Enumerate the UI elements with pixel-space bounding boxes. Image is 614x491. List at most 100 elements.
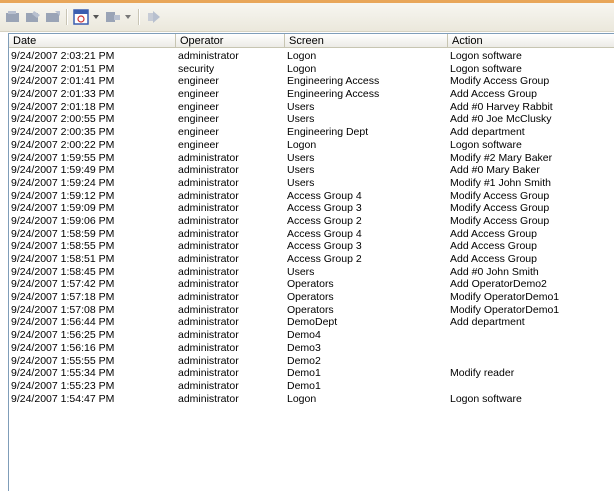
cell-operator: administrator xyxy=(178,354,239,367)
cell-date: 9/24/2007 1:56:44 PM xyxy=(11,316,115,329)
table-row[interactable]: 9/24/2007 2:00:35 PM engineer Engineering … xyxy=(9,126,614,139)
cell-screen: Logon xyxy=(287,392,317,405)
table-row[interactable]: 9/24/2007 1:57:08 PM administrator Operato… xyxy=(9,304,614,317)
cell-date: 9/24/2007 1:59:55 PM xyxy=(11,151,115,164)
cell-screen: Demo1 xyxy=(287,367,321,380)
table-row[interactable]: 9/24/2007 1:58:45 PM administrator Users Ad… xyxy=(9,266,614,279)
table-row[interactable]: 9/24/2007 1:59:49 PM administrator Users Ad… xyxy=(9,164,614,177)
cell-operator: engineer xyxy=(178,138,219,151)
column-header-date[interactable]: Date xyxy=(9,34,176,48)
cell-action: Modify OperatorDemo1 xyxy=(450,303,560,316)
cell-action: Modify Access Group xyxy=(450,75,550,88)
table-row[interactable]: 9/24/2007 1:56:25 PM administrator Demo4 xyxy=(9,329,614,342)
table-row[interactable]: 9/24/2007 1:54:47 PM administrator Logon Lo… xyxy=(9,393,614,406)
refresh-icon[interactable] xyxy=(144,8,162,26)
cell-operator: administrator xyxy=(178,265,239,278)
cell-operator: administrator xyxy=(178,50,239,62)
cell-screen: Operators xyxy=(287,303,334,316)
edit-icon[interactable] xyxy=(24,8,42,26)
cell-operator: administrator xyxy=(178,227,239,240)
table-row[interactable]: 9/24/2007 1:58:51 PM administrator Access … xyxy=(9,253,614,266)
table-row[interactable]: 9/24/2007 1:59:09 PM administrator Access … xyxy=(9,202,614,215)
export-dropdown-arrow-icon[interactable] xyxy=(124,8,132,26)
table-row[interactable]: 9/24/2007 1:55:23 PM administrator Demo1 xyxy=(9,380,614,393)
table-row[interactable]: 9/24/2007 1:55:55 PM administrator Demo2 xyxy=(9,355,614,368)
column-header-action[interactable]: Action xyxy=(448,34,614,48)
cell-operator: administrator xyxy=(178,214,239,227)
cell-action: Add #0 John Smith xyxy=(450,265,539,278)
table-row[interactable]: 9/24/2007 2:01:18 PM engineer Users Add #0 … xyxy=(9,101,614,114)
cell-date: 9/24/2007 1:59:06 PM xyxy=(11,214,115,227)
column-header-screen[interactable]: Screen xyxy=(285,34,448,48)
cell-date: 9/24/2007 1:55:55 PM xyxy=(11,354,115,367)
cell-date: 9/24/2007 2:01:51 PM xyxy=(11,62,115,75)
cell-action: Add Access Group xyxy=(450,253,537,265)
cell-operator: engineer xyxy=(178,126,219,139)
cell-screen: Access Group 3 xyxy=(287,240,362,253)
cell-screen: Users xyxy=(287,164,315,177)
cell-operator: administrator xyxy=(178,316,239,329)
cell-action xyxy=(448,355,614,368)
cell-date: 9/24/2007 2:01:18 PM xyxy=(11,100,115,113)
cell-screen: Access Group 2 xyxy=(287,214,362,227)
cell-action: Logon software xyxy=(450,392,522,405)
table-row[interactable]: 9/24/2007 2:01:33 PM engineer Engineering … xyxy=(9,88,614,101)
audit-log-table: Date Operator Screen Action 9/24/2007 2:… xyxy=(8,33,614,491)
cell-action: Add OperatorDemo2 xyxy=(450,278,547,291)
cell-screen: Demo3 xyxy=(287,341,321,354)
cell-action: Add department xyxy=(450,126,525,139)
cell-date: 9/24/2007 1:57:08 PM xyxy=(11,303,115,316)
table-row[interactable]: 9/24/2007 1:58:59 PM administrator Access … xyxy=(9,228,614,241)
cell-date: 9/24/2007 1:57:18 PM xyxy=(11,291,115,304)
cell-screen: Operators xyxy=(287,291,334,304)
table-row[interactable]: 9/24/2007 2:01:51 PM security Logon Logon s… xyxy=(9,63,614,76)
cell-action: Add department xyxy=(450,316,525,329)
cell-action: Modify Access Group xyxy=(450,202,550,215)
table-row[interactable]: 9/24/2007 1:56:44 PM administrator DemoDep… xyxy=(9,316,614,329)
cell-operator: administrator xyxy=(178,329,239,342)
table-row[interactable]: 9/24/2007 2:03:21 PM administrator Logon Lo… xyxy=(9,50,614,63)
cell-screen: Engineering Dept xyxy=(287,126,369,139)
column-header-operator[interactable]: Operator xyxy=(176,34,285,48)
toolbar-separator xyxy=(138,9,140,25)
table-row[interactable]: 9/24/2007 1:59:06 PM administrator Access … xyxy=(9,215,614,228)
cell-operator: engineer xyxy=(178,100,219,113)
table-row[interactable]: 9/24/2007 1:55:34 PM administrator Demo1 Mo… xyxy=(9,367,614,380)
cell-screen: Access Group 4 xyxy=(287,227,362,240)
cell-date: 9/24/2007 1:56:25 PM xyxy=(11,329,115,342)
table-row[interactable]: 9/24/2007 2:01:41 PM engineer Engineering … xyxy=(9,75,614,88)
table-row[interactable]: 9/24/2007 1:59:55 PM administrator Users Mo… xyxy=(9,152,614,165)
table-row[interactable]: 9/24/2007 1:59:24 PM administrator Users Mo… xyxy=(9,177,614,190)
cell-operator: administrator xyxy=(178,151,239,164)
cell-date: 9/24/2007 1:58:45 PM xyxy=(11,265,115,278)
cell-screen: Access Group 3 xyxy=(287,202,362,215)
save-icon[interactable] xyxy=(44,8,62,26)
cell-operator: administrator xyxy=(178,392,239,405)
cell-date: 9/24/2007 1:55:23 PM xyxy=(11,379,115,392)
cell-action xyxy=(448,329,614,342)
table-row[interactable]: 9/24/2007 1:56:16 PM administrator Demo3 xyxy=(9,342,614,355)
cell-screen: Users xyxy=(287,265,315,278)
cell-action: Modify Access Group xyxy=(450,189,550,202)
cell-operator: administrator xyxy=(178,240,239,253)
cell-operator: administrator xyxy=(178,176,239,189)
table-row[interactable]: 9/24/2007 2:00:55 PM engineer Users Add #0 … xyxy=(9,113,614,126)
cell-date: 9/24/2007 1:57:42 PM xyxy=(11,278,115,291)
cell-operator: administrator xyxy=(178,367,239,380)
cell-date: 9/24/2007 1:56:16 PM xyxy=(11,341,115,354)
cell-date: 9/24/2007 2:01:41 PM xyxy=(11,75,115,88)
calendar-dropdown-arrow-icon[interactable] xyxy=(92,8,100,26)
open-icon[interactable] xyxy=(4,8,22,26)
cell-screen: Logon xyxy=(287,50,317,62)
calendar-icon[interactable] xyxy=(72,8,90,26)
table-row[interactable]: 9/24/2007 1:57:42 PM administrator Operato… xyxy=(9,278,614,291)
cell-operator: administrator xyxy=(178,202,239,215)
cell-operator: administrator xyxy=(178,303,239,316)
table-row[interactable]: 9/24/2007 1:58:55 PM administrator Access … xyxy=(9,240,614,253)
cell-operator: engineer xyxy=(178,88,219,101)
table-row[interactable]: 9/24/2007 2:00:22 PM engineer Logon Logon s… xyxy=(9,139,614,152)
table-row[interactable]: 9/24/2007 1:59:12 PM administrator Access … xyxy=(9,190,614,203)
table-row[interactable]: 9/24/2007 1:57:18 PM administrator Operato… xyxy=(9,291,614,304)
export-icon[interactable] xyxy=(104,8,122,26)
cell-action: Add Access Group xyxy=(450,240,537,253)
